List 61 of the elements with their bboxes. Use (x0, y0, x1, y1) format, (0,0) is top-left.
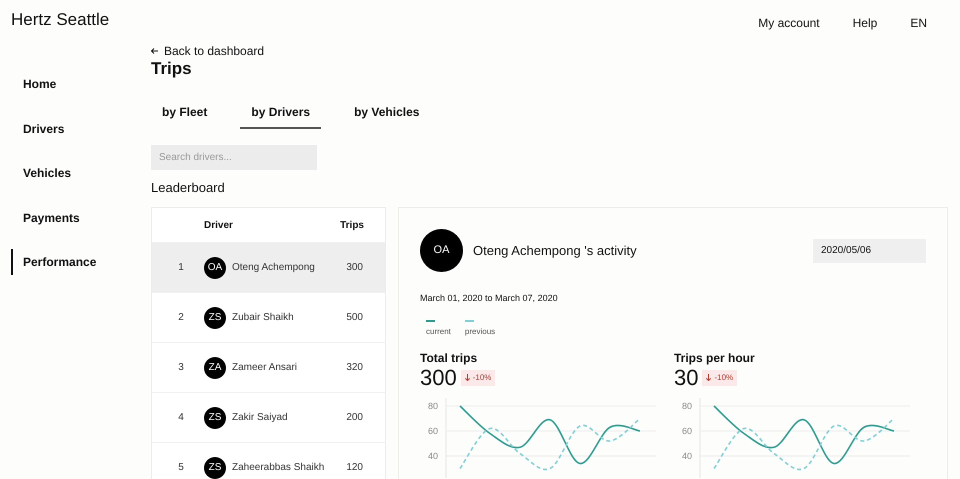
arrow-down-icon (706, 374, 712, 381)
driver-name: Zubair Shaikh (232, 311, 294, 325)
trips-count: 300 (346, 261, 363, 275)
metric-value: 300 (420, 366, 457, 390)
arrow-left-icon (151, 48, 158, 54)
column-header: Trips (340, 218, 364, 232)
driver-name: Oteng Achempong (232, 261, 315, 275)
metric-title: Total trips (420, 350, 478, 366)
legend-label: current (426, 326, 451, 338)
rank-text: 3 (177, 361, 185, 375)
avatar: ZS (204, 306, 226, 328)
tab[interactable]: by Fleet (151, 103, 218, 129)
date-range: March 01, 2020 to March 07, 2020 (420, 292, 559, 305)
axis-label: 80 (682, 400, 692, 410)
avatar: ZA (204, 356, 226, 378)
axis-label: 60 (682, 426, 692, 436)
avatar: ZS (204, 406, 226, 428)
trips-count: 120 (346, 461, 363, 475)
page-title: Trips (151, 59, 193, 79)
avatar: OA (420, 229, 463, 272)
sidebar-item[interactable]: Performance (11, 249, 96, 276)
brand-title: Hertz Seattle (11, 9, 110, 31)
activity-title: Oteng Achempong 's activity (473, 242, 637, 260)
driver-name: Zakir Saiyad (232, 411, 288, 425)
change-badge: -10% (460, 370, 496, 386)
legend-label: previous (464, 326, 496, 338)
axis-label: 40 (428, 450, 438, 460)
nav-link[interactable]: EN (910, 14, 927, 32)
nav-link[interactable]: My account (758, 14, 820, 32)
tab[interactable]: by Drivers (240, 103, 322, 129)
sidebar-item[interactable]: Vehicles (11, 160, 72, 186)
sidebar-item[interactable]: Drivers (11, 116, 64, 142)
trips-count: 200 (346, 411, 363, 425)
metric-value: 30 (674, 366, 698, 390)
metric-title: Trips per hour (674, 350, 756, 366)
rank-text: 1 (177, 261, 185, 275)
avatar: ZS (204, 456, 226, 478)
driver-name: Zaheerabbas Shaikh (232, 461, 324, 475)
section-title: Leaderboard (151, 179, 226, 197)
nav-link[interactable]: Help (852, 14, 878, 32)
tab[interactable]: by Vehicles (343, 103, 430, 129)
trips-count: 320 (346, 361, 363, 375)
driver-row[interactable]: 5 ZS Zaheerabbas Shaikh 120 (152, 442, 385, 479)
avatar: OA (204, 256, 226, 278)
back-link[interactable]: Back to dashboard (151, 43, 264, 59)
rank-text: 4 (177, 411, 185, 425)
driver-row[interactable]: 1 OA Oteng Achempong 300 (152, 242, 385, 292)
rank-text: 5 (177, 461, 185, 475)
sidebar-item[interactable]: Payments (11, 204, 80, 231)
date-field[interactable]: 2020/05/06 (813, 238, 926, 262)
driver-name: Zameer Ansari (232, 361, 298, 375)
axis-label: 40 (682, 450, 692, 460)
column-header: Driver (204, 218, 233, 232)
rank-text: 2 (177, 311, 185, 325)
axis-label: 80 (428, 400, 438, 410)
arrow-down-icon (464, 374, 470, 381)
search-field[interactable]: Search drivers... (151, 145, 317, 170)
trips-count: 500 (346, 311, 363, 325)
axis-label: 60 (428, 426, 438, 436)
sidebar-item[interactable]: Home (11, 71, 56, 98)
change-badge: -10% (702, 370, 738, 386)
